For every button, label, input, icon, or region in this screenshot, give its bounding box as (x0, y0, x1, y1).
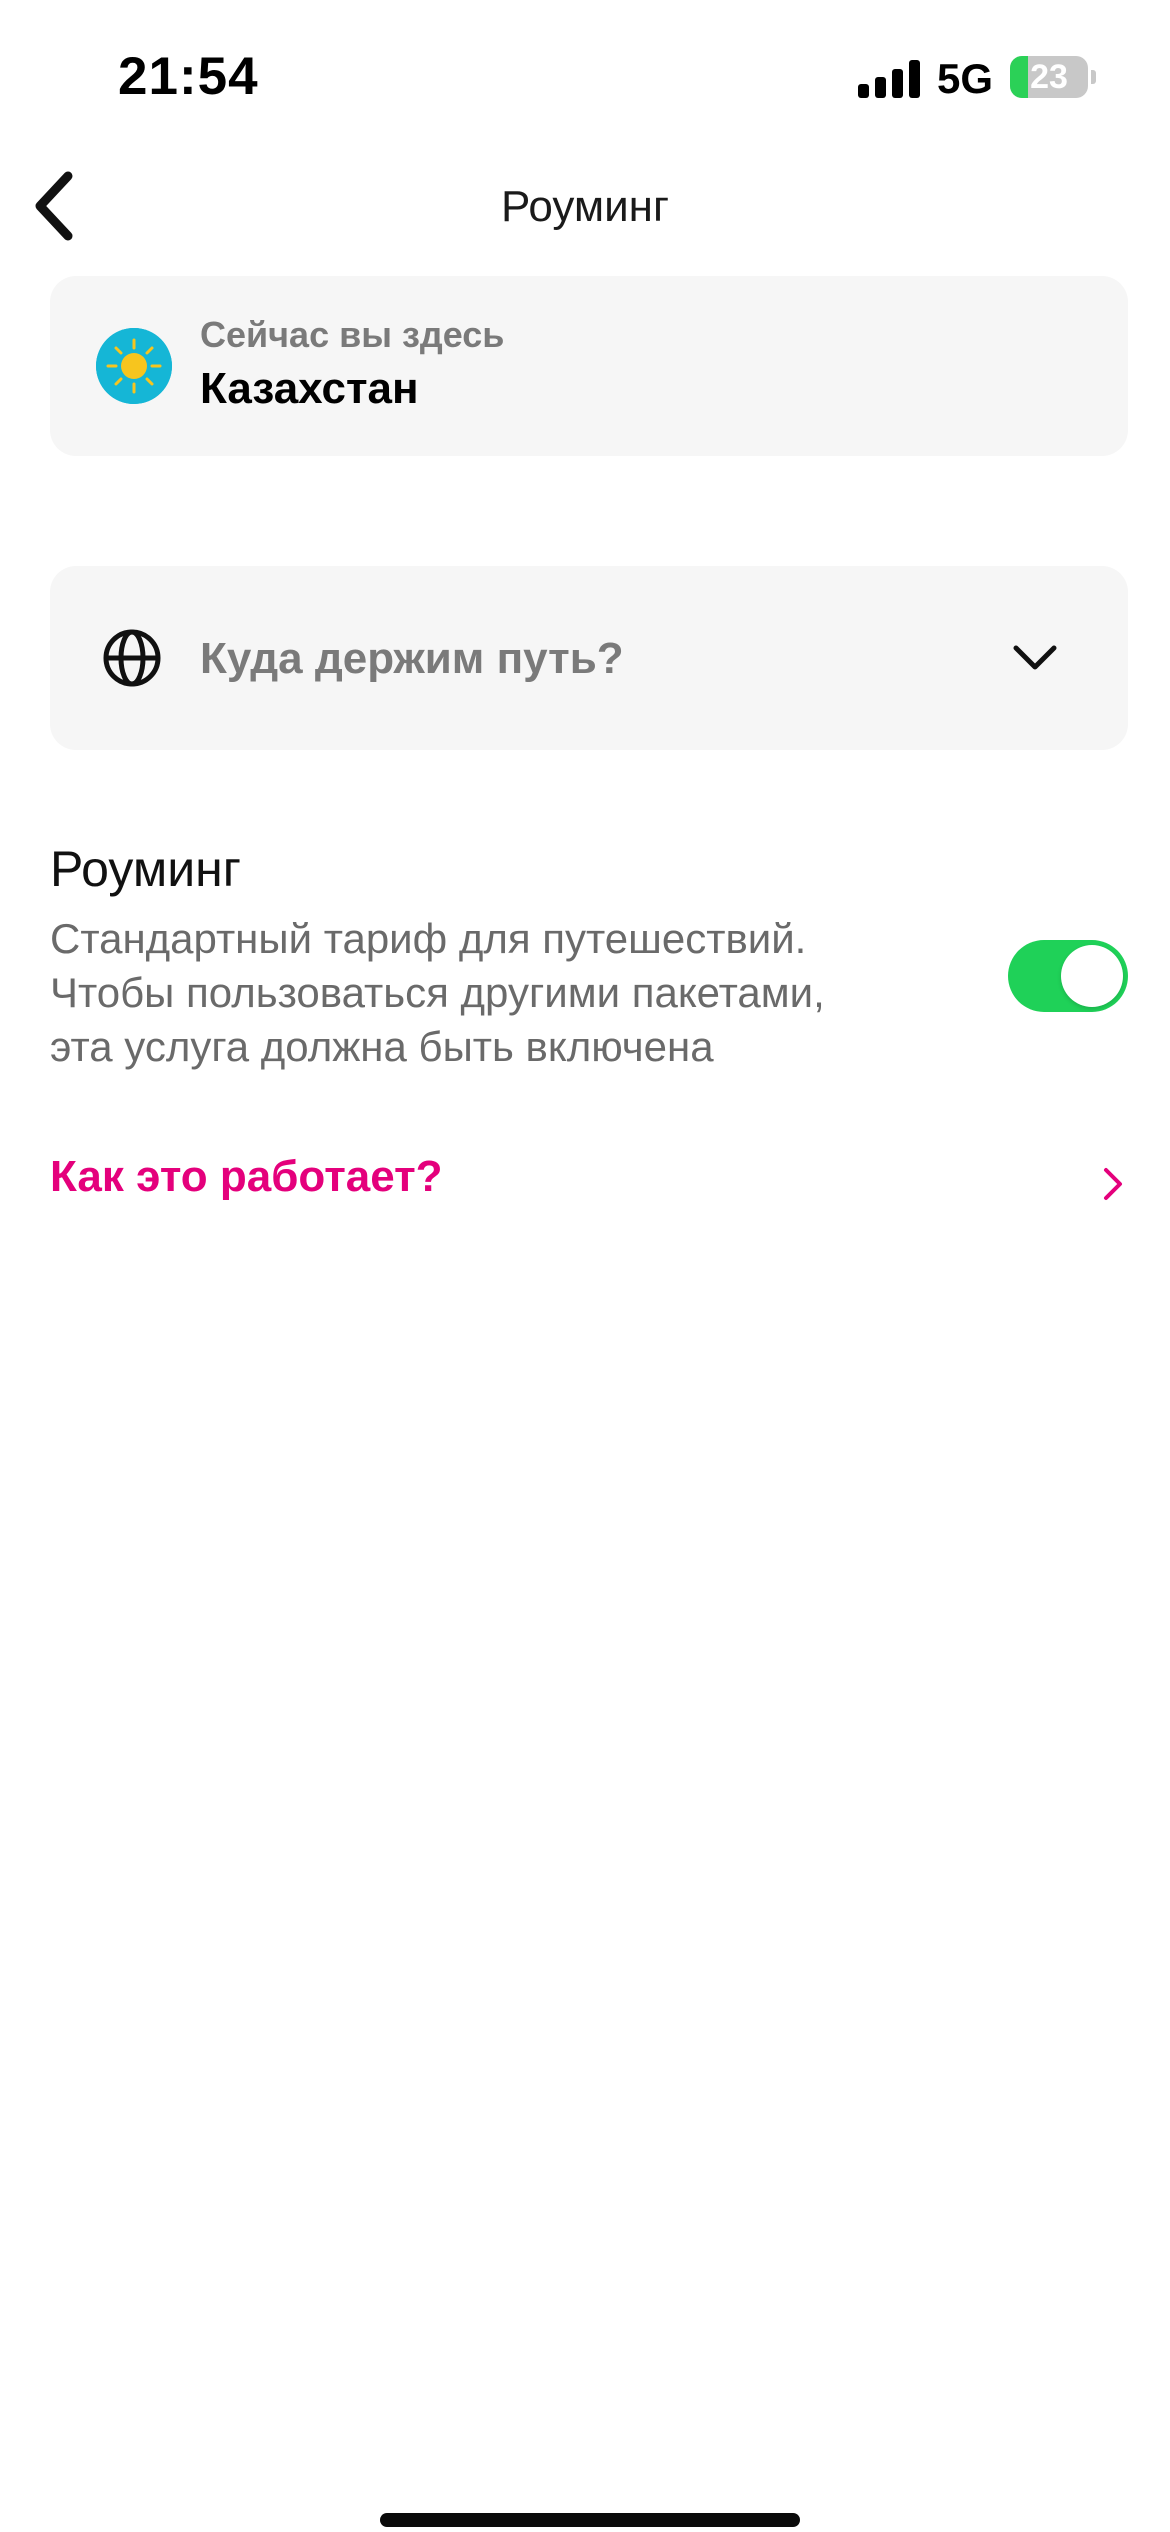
status-bar: 21:54 5G 23 (0, 0, 1170, 150)
chevron-down-icon (1013, 645, 1057, 670)
battery-icon: 23 (1010, 56, 1088, 98)
how-it-works-label: Как это работает? (50, 1152, 443, 1201)
globe-icon (103, 629, 161, 687)
how-it-works-link[interactable]: Как это работает? (50, 1148, 1128, 1218)
roaming-description: Стандартный тариф для путешествий. Чтобы… (50, 912, 980, 1074)
kazakhstan-flag-icon (96, 328, 172, 404)
location-caption: Сейчас вы здесь (200, 314, 505, 355)
cellular-signal-icon (858, 60, 922, 98)
toggle-knob (1061, 945, 1123, 1007)
status-time: 21:54 (118, 47, 259, 106)
network-type: 5G (937, 55, 994, 102)
destination-selector[interactable]: Куда держим путь? (50, 566, 1128, 750)
roaming-description-line: эта услуга должна быть включена (50, 1023, 714, 1070)
home-indicator (380, 2513, 800, 2527)
current-location-card: Сейчас вы здесь Казахстан (50, 276, 1128, 456)
battery-level: 23 (1030, 57, 1068, 96)
current-country: Казахстан (200, 364, 419, 413)
destination-placeholder: Куда держим путь? (200, 634, 624, 683)
roaming-description-line: Чтобы пользоваться другими пакетами, (50, 969, 825, 1016)
battery-cap (1091, 70, 1096, 84)
roaming-title: Роуминг (50, 841, 241, 897)
chevron-right-icon (1104, 1168, 1122, 1200)
roaming-description-line: Стандартный тариф для путешествий. (50, 915, 807, 962)
page-title: Роуминг (500, 182, 670, 231)
roaming-toggle[interactable] (1008, 940, 1128, 1012)
